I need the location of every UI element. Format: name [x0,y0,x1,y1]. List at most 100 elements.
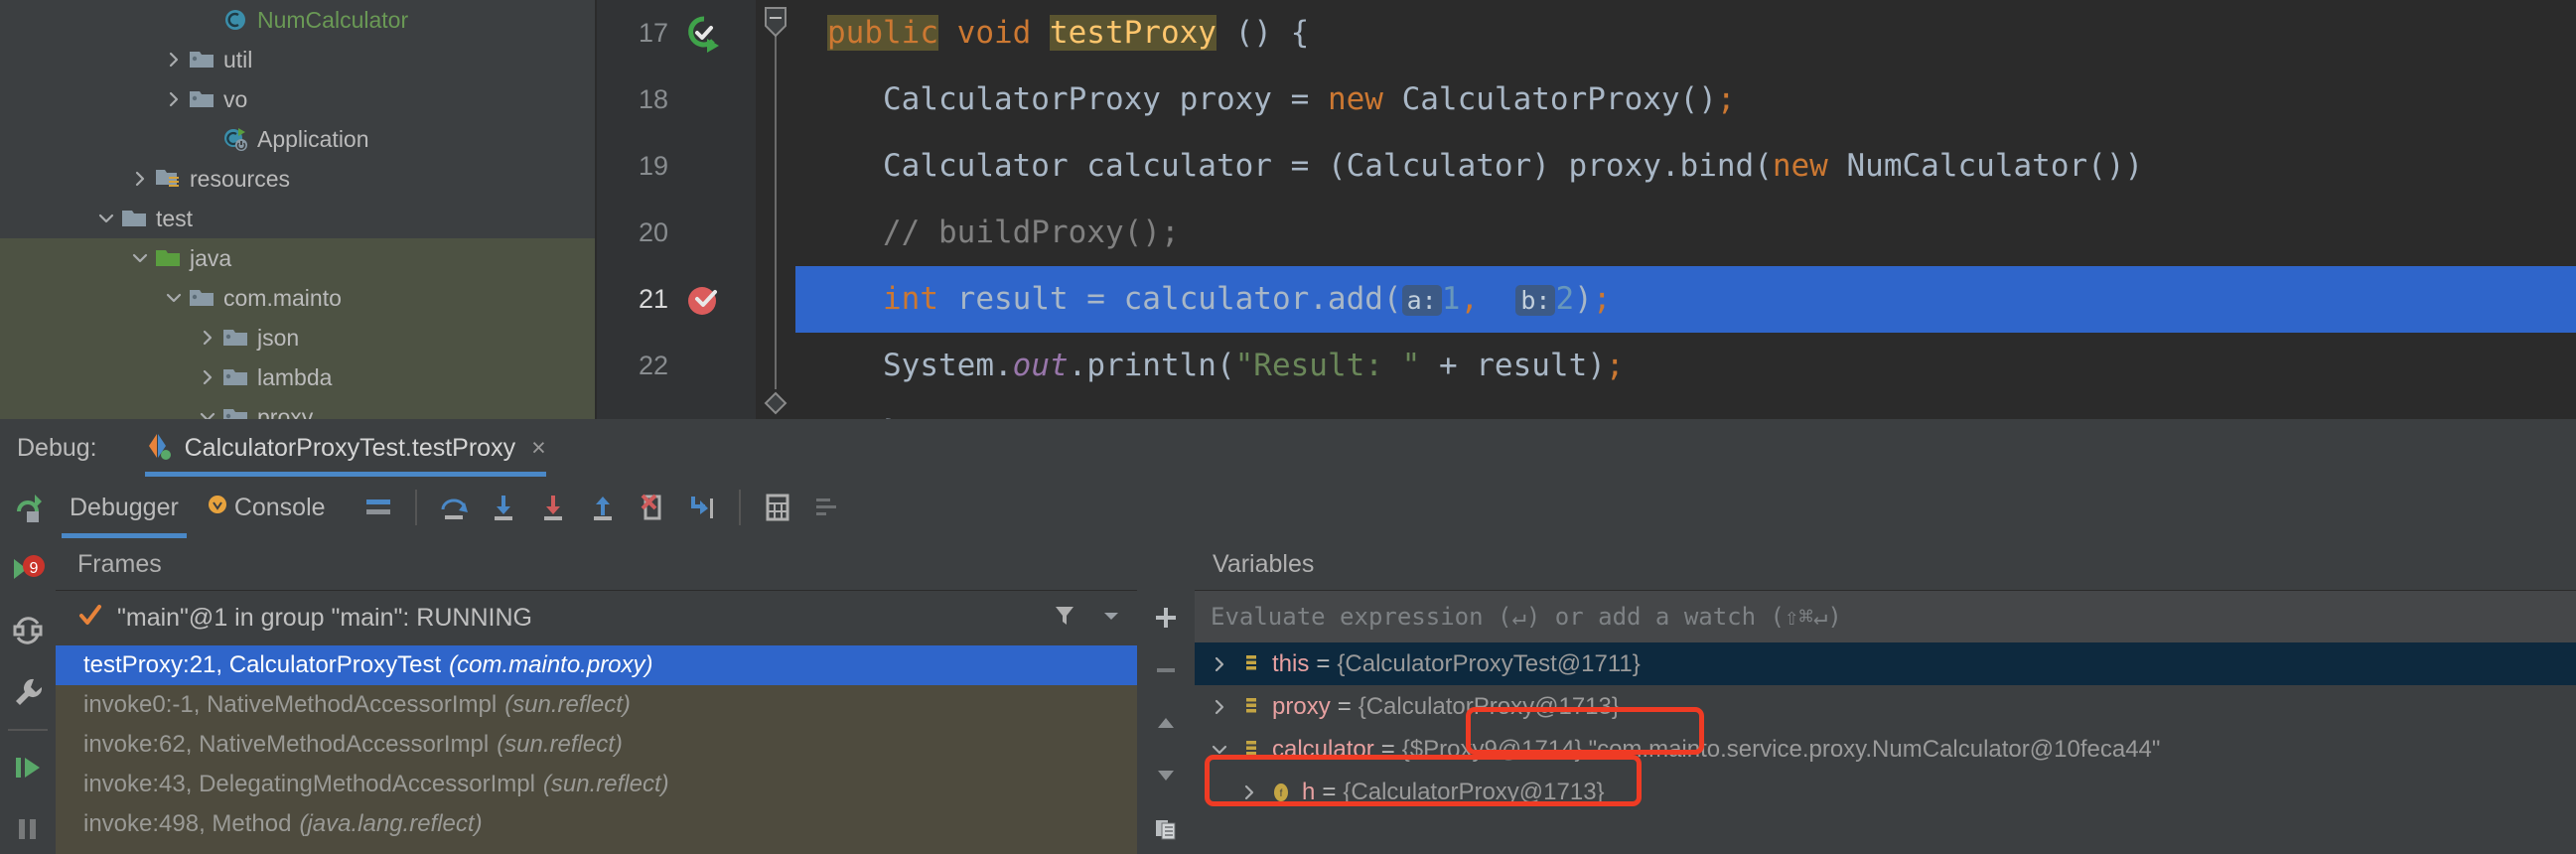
variable-row[interactable]: f h = {CalculatorProxy@1713} [1195,771,2576,813]
chevron-down-icon[interactable] [1099,604,1123,633]
debug-session-tab[interactable]: CalculatorProxyTest.testProxy × [144,419,546,477]
line-number: 20 [638,217,668,247]
force-step-into-icon[interactable] [528,477,578,538]
frame-package: (com.mainto.proxy) [449,651,653,678]
tree-item-lambda[interactable]: lambda [0,357,596,397]
line-number: 18 [638,84,668,114]
tree-item-vo[interactable]: vo [0,79,596,119]
debug-session-title: CalculatorProxyTest.testProxy [184,433,516,462]
frames-list[interactable]: testProxy:21, CalculatorProxyTest (com.ma… [56,645,1137,854]
restore-layout-icon[interactable] [0,600,56,661]
chevron-down-icon[interactable] [93,199,119,238]
chevron-down-icon[interactable] [161,278,187,318]
frame-row[interactable]: invoke:498, Method (java.lang.reflect) [56,804,1137,844]
close-icon[interactable]: × [531,434,546,463]
variable-value: {CalculatorProxy@1713} [1358,692,1620,720]
package-folder-icon [187,79,216,119]
variable-name: h [1302,778,1316,805]
chevron-right-icon[interactable] [1203,697,1236,717]
tab-console-label: Console [233,493,326,521]
chevron-down-icon[interactable] [127,238,153,278]
tree-item-label: lambda [257,364,333,390]
chevron-down-icon[interactable] [195,397,220,419]
move-down-icon[interactable] [1137,749,1195,801]
code-line-19[interactable]: 19 Calculator calculator = (Calculator) … [597,133,2576,200]
run-test-method-icon[interactable] [680,0,728,67]
variable-row[interactable]: proxy = {CalculatorProxy@1713} [1195,685,2576,728]
tree-item-json[interactable]: json [0,318,596,357]
drop-frame-icon[interactable] [628,477,677,538]
variables-header: Variables [1195,538,2576,591]
layout-settings-icon[interactable] [354,477,403,538]
frame-row[interactable]: invoke0:-1, NativeMethodAccessorImpl (sun… [56,685,1137,725]
settings-wrench-icon[interactable] [0,661,56,723]
project-tree[interactable]: NumCalculator util vo Application resources t… [0,0,596,419]
thread-tools[interactable] [1052,591,1123,645]
code-line-17[interactable]: 17 public void testProxy () { [597,0,2576,67]
code-line-22[interactable]: 22 System.out.println("Result: " + resul… [597,333,2576,399]
rerun-icon[interactable] [0,477,56,538]
breakpoint-verified-icon[interactable] [680,266,728,333]
filter-icon[interactable] [1052,603,1077,634]
variable-name: this [1272,649,1310,677]
step-out-icon[interactable] [578,477,628,538]
tree-item-java[interactable]: java [0,238,596,278]
tab-console[interactable]: Console [193,477,340,538]
chevron-right-icon[interactable] [195,318,220,357]
param-hint-a: a: [1401,285,1442,316]
code-line-21[interactable]: 21 int result = calculator.add(a: 1, b: 2)… [597,266,2576,333]
tree-item-com-mainto[interactable]: com.mainto [0,278,596,318]
tree-item-proxy[interactable]: proxy [0,397,596,419]
variables-tree[interactable]: this = {CalculatorProxyTest@1711} proxy = {Ca… [1195,642,2576,813]
chevron-right-icon[interactable] [195,357,220,397]
variables-toolbar[interactable] [1137,591,1195,854]
code-text-22: System.out.println("Result: " + result); [883,348,1625,383]
code-line-20[interactable]: 20 // buildProxy(); [597,200,2576,266]
thread-selector[interactable]: "main"@1 in group "main": RUNNING [56,591,1137,645]
chevron-right-icon[interactable] [1232,783,1266,802]
tree-item-application[interactable]: Application [0,119,596,159]
frames-panel: Frames "main"@1 in group "main": RUNNING [56,538,1137,854]
variable-value: {$Proxy9@1714} [1401,735,1583,763]
copy-value-icon[interactable] [1137,801,1195,854]
debug-titlebar: Debug: CalculatorProxyTest.testProxy × [0,419,2576,477]
evaluate-expression-icon[interactable] [753,477,802,538]
chevron-right-icon[interactable] [161,40,187,79]
move-up-icon[interactable] [1137,696,1195,749]
frame-row[interactable]: testProxy:21, CalculatorProxyTest (com.ma… [56,645,1137,685]
variable-row[interactable]: calculator = {$Proxy9@1714} "com.mainto.ser… [1195,728,2576,771]
debugger-tabs[interactable]: Debugger Console [56,477,2576,538]
code-editor[interactable]: 17 public void testProxy () { 18 Calcula… [597,0,2576,419]
step-into-icon[interactable] [479,477,528,538]
run-to-cursor-icon[interactable] [677,477,727,538]
code-line-23[interactable]: 23 } [597,399,2576,419]
view-breakpoints-icon[interactable]: 9 [0,538,56,600]
tree-item-numcalculator[interactable]: NumCalculator [0,0,596,40]
variable-row[interactable]: this = {CalculatorProxyTest@1711} [1195,642,2576,685]
resume-program-icon[interactable] [0,737,56,798]
panel-splitter[interactable] [1137,538,1195,591]
debug-side-toolbar[interactable]: 9 [0,477,56,854]
frame-package: (sun.reflect) [542,771,669,797]
frame-row[interactable]: invoke:62, NativeMethodAccessorImpl (sun.… [56,725,1137,765]
tree-item-resources[interactable]: resources [0,159,596,199]
chevron-down-icon[interactable] [1203,740,1236,760]
tree-item-label: vo [223,86,248,112]
mute-breakpoints-icon[interactable] [802,477,852,538]
chevron-right-icon[interactable] [127,159,153,199]
watch-input-row[interactable]: Evaluate expression (↵) or add a watch (… [1195,591,2576,642]
chevron-right-icon[interactable] [1203,654,1236,674]
pause-program-icon[interactable] [0,798,56,854]
tree-item-test[interactable]: test [0,199,596,238]
tab-debugger[interactable]: Debugger [56,477,193,538]
field-list-icon [1236,739,1266,761]
step-over-icon[interactable] [429,477,479,538]
remove-watch-icon[interactable] [1137,643,1195,696]
package-folder-icon [220,397,250,419]
chevron-right-icon[interactable] [161,79,187,119]
code-line-18[interactable]: 18 CalculatorProxy proxy = new Calculato… [597,67,2576,133]
line-number: 17 [638,18,668,48]
frame-row[interactable]: invoke:43, DelegatingMethodAccessorImpl (… [56,765,1137,804]
tree-item-util[interactable]: util [0,40,596,79]
add-watch-icon[interactable] [1137,591,1195,643]
